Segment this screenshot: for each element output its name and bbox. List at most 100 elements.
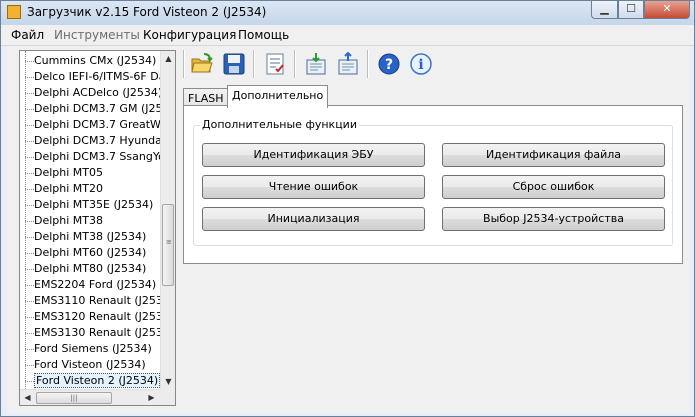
tree-item[interactable]: Ford Visteon (J2534) (20, 357, 160, 373)
read-ecu-button[interactable] (302, 50, 330, 78)
read-errors-button[interactable]: Чтение ошибок (202, 175, 425, 199)
identify-ecu-button[interactable]: Идентификация ЭБУ (202, 143, 425, 167)
tree-branch-connector (25, 77, 34, 78)
tab-additional[interactable]: Дополнительно (227, 85, 329, 108)
grip-icon: ≡ (166, 238, 172, 246)
svg-text:i: i (418, 57, 423, 73)
tree-item-label: Delphi MT60 (J2534) (34, 246, 147, 259)
help-button[interactable]: ? (375, 50, 403, 78)
tree-item[interactable]: Delphi DCM3.7 GreatWal (20, 117, 160, 133)
toolbar-separator (294, 50, 296, 78)
tree-branch-connector (25, 205, 34, 206)
reset-errors-button[interactable]: Сброс ошибок (442, 175, 665, 199)
tree-vertical-scrollbar[interactable]: ▲ ≡ ▼ (160, 51, 175, 389)
minimize-button[interactable]: ▁ (591, 1, 618, 19)
tree-item[interactable]: Cummins CMx (J2534) (20, 53, 160, 69)
tree-item[interactable]: EMS3110 Renault (J2534 (20, 293, 160, 309)
tree-branch-connector (25, 141, 34, 142)
toolbar-separator (367, 50, 369, 78)
tree-branch-connector (25, 93, 34, 94)
menu-configuration[interactable]: Конфигурация (143, 28, 236, 42)
open-folder-icon (191, 53, 213, 73)
ecu-tree[interactable]: Cummins CMx (J2534) Delco IEFI-6/ITMS-6F … (19, 50, 176, 406)
tree-item-label: Delphi ACDelco (J2534) (34, 86, 160, 99)
toolbar: ? i (183, 48, 690, 80)
tree-item[interactable]: Delphi MT80 (J2534) (20, 261, 160, 277)
menu-file[interactable]: Файл (11, 28, 44, 42)
tree-branch-connector (25, 221, 34, 222)
tree-horizontal-scrollbar[interactable]: ◀ ||| ▶ (20, 389, 160, 405)
menu-bar: Файл Инструменты Конфигурация Помощь (1, 25, 694, 46)
tree-item-label: EMS3120 Renault (J2534 (34, 310, 160, 323)
tree-item[interactable]: Delphi MT35E (J2534) (20, 197, 160, 213)
svg-text:?: ? (385, 57, 393, 73)
tree-item[interactable]: Ford Visteon 2 (J2534) (20, 373, 160, 389)
tree-branch-connector (25, 381, 34, 382)
tree-vertical-scroll-thumb[interactable]: ≡ (162, 204, 174, 286)
tree-branch-connector (25, 333, 34, 334)
tree-item[interactable]: Delco IEFI-6/ITMS-6F Da (20, 69, 160, 85)
tree-item[interactable]: EMS3130 Renault (J2534 (20, 325, 160, 341)
tree-item-label: Delphi MT35E (J2534) (34, 198, 154, 211)
tree-item-label: Delphi MT80 (J2534) (34, 262, 147, 275)
checklist-button[interactable] (261, 50, 289, 78)
maximize-button[interactable]: ☐ (618, 1, 644, 19)
tree-item-label: Delphi DCM3.7 GreatWal (34, 118, 160, 131)
tree-branch-connector (25, 61, 34, 62)
menu-help[interactable]: Помощь (238, 28, 289, 42)
tree-item[interactable]: Delphi MT05 (20, 165, 160, 181)
tree-branch-connector (25, 125, 34, 126)
scroll-down-arrow-icon[interactable]: ▼ (161, 374, 175, 389)
tree-item[interactable]: Delphi DCM3.7 SsangYor (20, 149, 160, 165)
tree-item-label: Ford Siemens (J2534) (34, 342, 152, 355)
tree-item[interactable]: Delphi DCM3.7 Hyundai/ (20, 133, 160, 149)
scroll-left-arrow-icon[interactable]: ◀ (20, 390, 35, 405)
tree-branch-connector (25, 365, 34, 366)
tree-item[interactable]: EMS2204 Ford (J2534) (20, 277, 160, 293)
info-icon: i (410, 53, 432, 75)
tree-item[interactable]: Delphi MT60 (J2534) (20, 245, 160, 261)
tree-item-label: Ford Visteon 2 (J2534) (34, 373, 160, 388)
toolbar-separator (183, 50, 185, 78)
tree-item-label: Delphi MT38 (J2534) (34, 230, 147, 243)
write-ecu-button[interactable] (334, 50, 362, 78)
tree-item[interactable]: Delphi MT38 (J2534) (20, 229, 160, 245)
title-bar[interactable]: Загрузчик v2.15 Ford Visteon 2 (J2534) ▁… (1, 1, 694, 25)
close-button[interactable]: ✕ (644, 1, 690, 19)
select-j2534-device-button[interactable]: Выбор J2534-устройства (442, 207, 665, 231)
tree-branch-connector (25, 317, 34, 318)
tree-item[interactable]: Ford Siemens (J2534) (20, 341, 160, 357)
tree-branch-connector (25, 285, 34, 286)
scroll-up-arrow-icon[interactable]: ▲ (161, 51, 175, 66)
initialize-button[interactable]: Инициализация (202, 207, 425, 231)
menu-tools[interactable]: Инструменты (54, 28, 140, 42)
additional-functions-group: Дополнительные функции Идентификация ЭБУ… (193, 118, 673, 246)
tree-item-label: Delphi DCM3.7 SsangYor (34, 150, 160, 163)
tree-branch-connector (25, 109, 34, 110)
tree-item[interactable]: Delphi MT20 (20, 181, 160, 197)
about-button[interactable]: i (407, 50, 435, 78)
tree-item-label: EMS2204 Ford (J2534) (34, 278, 157, 291)
help-icon: ? (378, 53, 400, 75)
tree-item-label: Delphi MT38 (34, 214, 104, 227)
tree-item-label: Delphi MT20 (34, 182, 104, 195)
tree-branch-connector (25, 301, 34, 302)
tree-item-label: Delphi DCM3.7 Hyundai/ (34, 134, 160, 147)
tree-branch-connector (25, 349, 34, 350)
open-file-button[interactable] (188, 50, 216, 78)
tree-branch-connector (25, 173, 34, 174)
tree-item[interactable]: Delphi MT38 (20, 213, 160, 229)
tree-item[interactable]: Delphi ACDelco (J2534) (20, 85, 160, 101)
additional-tab-panel: Дополнительные функции Идентификация ЭБУ… (183, 105, 683, 264)
tree-horizontal-scroll-thumb[interactable]: ||| (36, 392, 112, 404)
save-file-button[interactable] (220, 50, 248, 78)
tree-item[interactable]: EMS3120 Renault (J2534 (20, 309, 160, 325)
scroll-right-arrow-icon[interactable]: ▶ (144, 390, 159, 405)
window-title: Загрузчик v2.15 Ford Visteon 2 (J2534) (27, 5, 267, 19)
client-area: Cummins CMx (J2534) Delco IEFI-6/ITMS-6F … (7, 46, 690, 413)
checklist-icon (266, 53, 284, 75)
app-icon (7, 5, 21, 19)
tree-item[interactable]: Delphi DCM3.7 GM (J253 (20, 101, 160, 117)
tree-branch-connector (25, 189, 34, 190)
identify-file-button[interactable]: Идентификация файла (442, 143, 665, 167)
